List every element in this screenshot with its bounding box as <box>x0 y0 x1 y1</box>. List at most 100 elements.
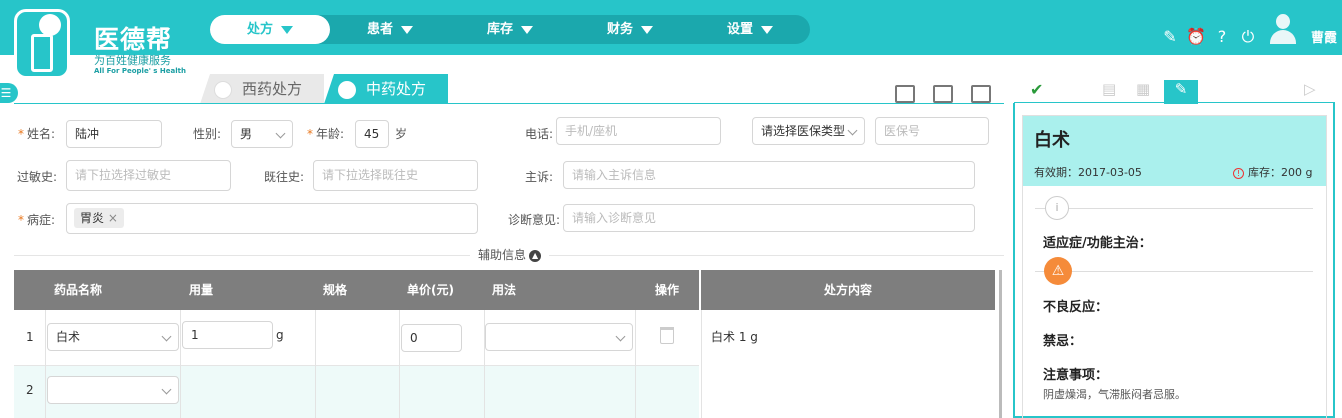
nav-patients[interactable]: 患者 <box>330 15 450 44</box>
age-unit: 岁 <box>395 127 408 141</box>
col-price: 单价(元) <box>407 283 454 297</box>
contraindication-label: 禁忌： <box>1043 334 1083 349</box>
brand-slogan: 为百姓健康服务 <box>94 54 171 67</box>
drug-card-stock: ! 库存：200 g <box>1233 164 1312 180</box>
table-header: 药品名称 用量 规格 单价(元) 用法 操作 <box>14 270 699 310</box>
allergy-label: 过敏史: <box>17 170 58 184</box>
brand-slogan-en: All For People' s Health <box>94 67 186 75</box>
close-icon: × <box>107 211 118 225</box>
username[interactable]: 曹霞 <box>1311 27 1337 46</box>
nav-label: 处方 <box>246 22 273 37</box>
col-dosage: 用量 <box>189 283 214 297</box>
name-label: * 姓名: <box>18 127 56 141</box>
alert-icon: ! <box>1233 168 1244 179</box>
aux-info-label: 辅助信息 <box>478 248 527 262</box>
col-action: 操作 <box>655 283 680 297</box>
name-input[interactable]: 陆冲 <box>66 120 162 148</box>
chevron-down-icon <box>615 331 626 342</box>
drug-select[interactable]: 白术 <box>47 323 179 351</box>
gender-label: 性别: <box>193 127 222 141</box>
scrollbar[interactable] <box>999 270 1002 418</box>
insurance-type-select[interactable]: 请选择医保类型 <box>752 117 865 145</box>
complaint-label: 主诉: <box>525 170 554 184</box>
complaint-input[interactable]: 请输入主诉信息 <box>563 161 975 189</box>
warning-icon: ⚠ <box>1044 257 1072 285</box>
rx-content-area <box>701 310 995 418</box>
drug-value: 白术 <box>56 330 81 344</box>
play-icon[interactable]: ▷ <box>1304 80 1338 104</box>
indication-label: 适应症/功能主治： <box>1043 236 1152 251</box>
alarm-icon[interactable]: ⏰ <box>1186 28 1206 46</box>
disease-input[interactable] <box>66 203 478 234</box>
drug-card: 白术 有效期：2017-03-05 ! 库存：200 g i 适应症/功能主治： … <box>1022 115 1327 418</box>
gender-select[interactable]: 男 <box>231 120 293 148</box>
disease-tag-label: 胃炎 <box>80 211 105 225</box>
chevron-up-icon: ▲ <box>529 249 542 262</box>
history-label: 既往史: <box>264 170 305 184</box>
trash-icon[interactable] <box>660 327 674 344</box>
phone-input[interactable]: 手机/座机 <box>556 117 721 145</box>
chevron-down-icon <box>521 25 533 34</box>
phone-label: 电话: <box>525 127 554 141</box>
nav-label: 库存 <box>486 22 513 37</box>
user-check-icon[interactable]: ✔ <box>1030 80 1064 104</box>
age-label: * 年龄: <box>307 127 345 141</box>
history-select[interactable]: 请下拉选择既往史 <box>313 160 478 191</box>
dosage-unit: g <box>276 328 284 342</box>
top-icons: ✎ ⏰ ? ⏻ <box>1160 28 1258 46</box>
aux-info-toggle[interactable]: 辅助信息 ▲ <box>470 246 550 263</box>
nav-prescription[interactable]: 处方 <box>210 15 330 44</box>
tab-chinese-rx[interactable]: 中药处方 <box>324 74 448 104</box>
nav-settings[interactable]: 设置 <box>690 15 810 44</box>
template-icon[interactable] <box>895 85 915 103</box>
diagnosis-input[interactable]: 请输入诊断意见 <box>563 204 975 232</box>
save-icon[interactable] <box>971 85 991 103</box>
notes-value: 阴虚燥渴，气滞胀闷者忌服。 <box>1043 388 1186 401</box>
nav-label: 设置 <box>726 22 753 37</box>
chevron-down-icon <box>401 25 413 34</box>
chevron-down-icon <box>275 128 286 139</box>
radio-icon <box>338 80 356 99</box>
info-divider <box>1035 208 1313 209</box>
tab-label: 西药处方 <box>242 80 303 98</box>
gender-value: 男 <box>240 127 253 141</box>
nav-inventory[interactable]: 库存 <box>450 15 570 44</box>
insurance-type-value: 请选择医保类型 <box>761 124 846 138</box>
usage-select[interactable] <box>485 323 633 351</box>
help-icon[interactable]: ? <box>1212 28 1232 46</box>
stock-value: 库存：200 g <box>1248 166 1313 179</box>
dosage-input[interactable]: 1 <box>182 321 273 349</box>
disease-tag[interactable]: 胃炎 × <box>74 208 124 228</box>
tab-western-rx[interactable]: 西药处方 <box>200 74 324 104</box>
insurance-no-input[interactable]: 医保号 <box>875 117 989 145</box>
allergy-select[interactable]: 请下拉选择过敏史 <box>66 160 231 191</box>
warning-divider <box>1035 271 1313 272</box>
drug-select[interactable] <box>47 376 179 404</box>
chevron-down-icon <box>761 25 773 34</box>
power-icon[interactable]: ⏻ <box>1238 28 1258 46</box>
drug-card-name: 白术 <box>1034 130 1070 151</box>
document-icon[interactable]: ▤ <box>1102 80 1136 104</box>
rx-content-header: 处方内容 <box>701 270 995 310</box>
col-usage: 用法 <box>492 283 517 297</box>
menu-icon[interactable]: ☰ <box>0 83 18 103</box>
info-icon: i <box>1045 196 1069 220</box>
print-icon[interactable] <box>933 85 953 103</box>
tab-divider <box>14 103 1004 104</box>
avatar[interactable] <box>1270 14 1296 44</box>
diagnosis-label: 诊断意见: <box>508 213 561 227</box>
chevron-down-icon <box>161 384 172 395</box>
brand-name: 医德帮 <box>94 25 173 54</box>
price-input[interactable]: 0 <box>401 324 462 352</box>
chevron-down-icon <box>641 25 653 34</box>
edit-icon[interactable]: ✎ <box>1160 28 1180 46</box>
col-spec: 规格 <box>323 283 348 297</box>
nav-finance[interactable]: 财务 <box>570 15 690 44</box>
edit-note-icon[interactable]: ✎ <box>1164 80 1198 104</box>
radio-icon <box>214 80 232 99</box>
toolbar <box>895 85 991 103</box>
row-number: 1 <box>26 330 34 344</box>
disease-label: * 病症: <box>18 213 56 227</box>
age-input[interactable]: 45 <box>355 120 389 148</box>
col-drug-name: 药品名称 <box>54 283 103 297</box>
